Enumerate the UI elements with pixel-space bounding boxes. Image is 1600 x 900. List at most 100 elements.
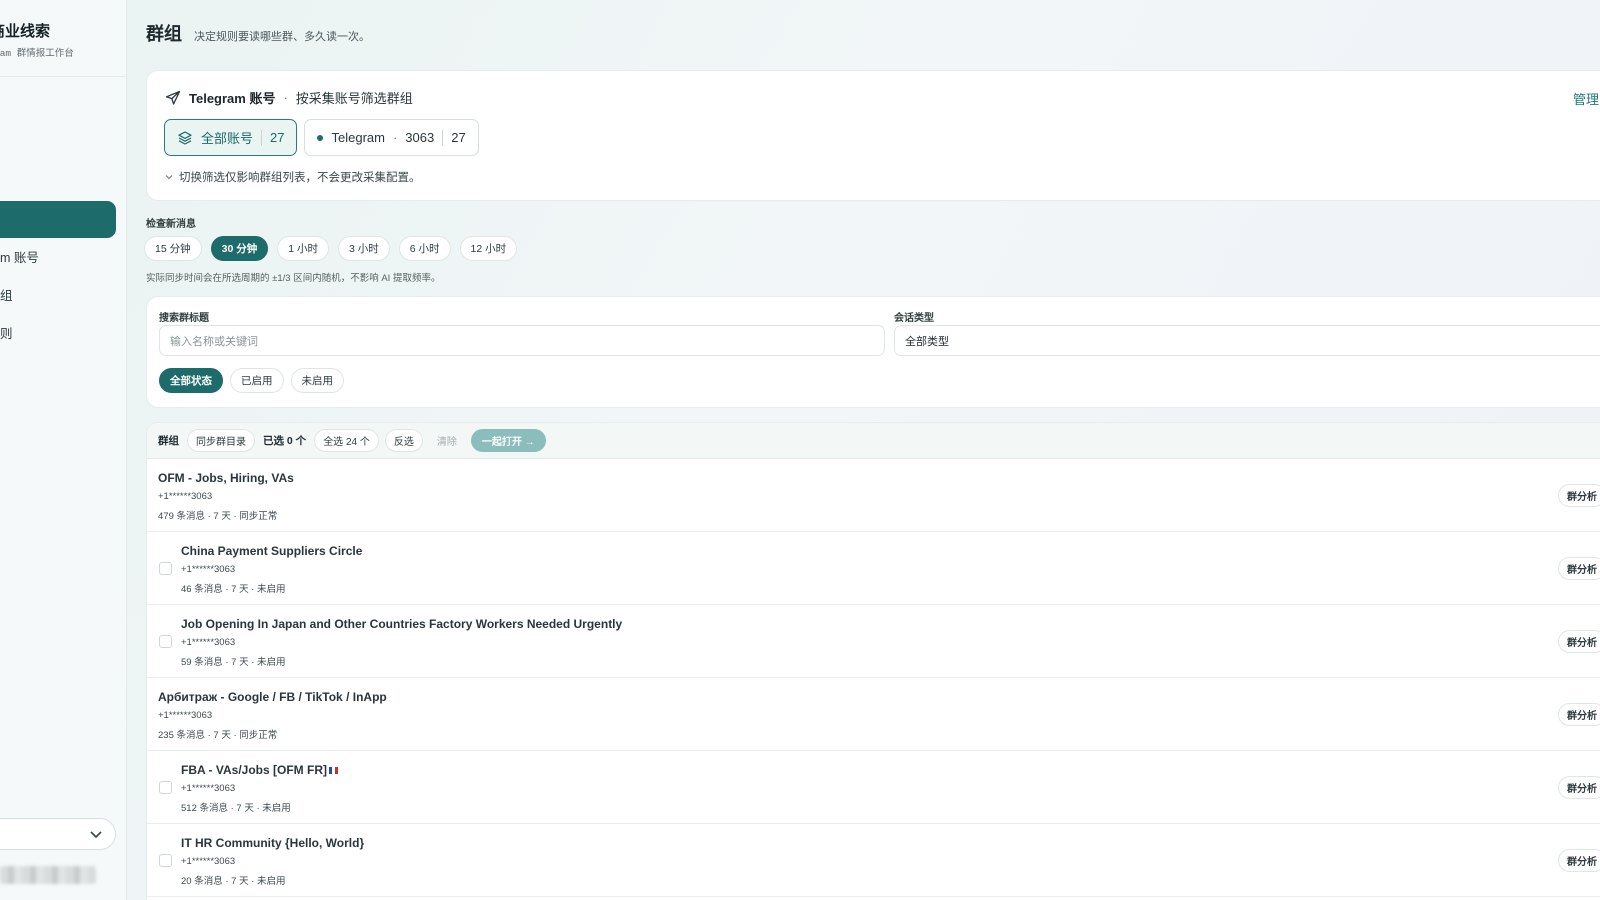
interval-3h[interactable]: 3 小时: [337, 236, 390, 261]
group-meta: 479 条消息 · 7 天 · 同步正常: [158, 511, 278, 522]
type-label: 会话类型: [894, 313, 934, 324]
row-checkbox[interactable]: [159, 854, 172, 867]
row-checkbox[interactable]: [159, 562, 172, 575]
group-meta: 20 条消息 · 7 天 · 未启用: [181, 876, 286, 887]
account-card-header: Telegram 账号 · 按采集账号筛选群组: [165, 88, 413, 107]
account-chip-all-count: 27: [270, 130, 285, 145]
workspace-select[interactable]: [0, 818, 116, 850]
table-row[interactable]: Job Opening In Japan and Other Countries…: [147, 605, 1600, 678]
row-checkbox[interactable]: [159, 635, 172, 648]
separator-dot: ·: [283, 90, 288, 105]
list-toolbar: 群组 同步群目录 已选 0 个 全选 24 个 反选 清除 一起打开 →: [147, 423, 1600, 459]
table-row[interactable]: IT HR Community {Hello, World} +1******3…: [147, 824, 1600, 897]
group-title: FBA - VAs/Jobs [OFM FR]: [181, 763, 327, 777]
select-all-button[interactable]: 全选 24 个: [314, 429, 379, 452]
filter-card: 搜索群标题 输入名称或关键词 会话类型 全部类型 全部状态 已启用 未启用: [146, 296, 1600, 408]
group-phone: +1******3063: [181, 856, 236, 867]
chevron-down-icon: [165, 175, 173, 180]
status-all[interactable]: 全部状态: [159, 368, 223, 393]
account-card-subtitle: 按采集账号筛选群组: [295, 91, 413, 106]
group-analyze-button[interactable]: 群分析: [1558, 849, 1600, 872]
interval-15m[interactable]: 15 分钟: [144, 236, 202, 261]
group-title-wrap: FBA - VAs/Jobs [OFM FR]: [181, 763, 338, 777]
group-analyze-button[interactable]: 群分析: [1558, 703, 1600, 726]
group-meta: 46 条消息 · 7 天 · 未启用: [181, 584, 286, 595]
group-title: China Payment Suppliers Circle: [181, 544, 363, 558]
account-note-text: 切换筛选仅影响群组列表，不会更改采集配置。: [179, 172, 421, 184]
sidebar: 商业线索 ram 群情报工作台 m 账号 组 则: [0, 0, 127, 900]
table-row[interactable]: FBA - VAs/Jobs [OFM FR] +1******3063 512…: [147, 751, 1600, 824]
group-phone: +1******3063: [181, 564, 236, 575]
search-input[interactable]: 输入名称或关键词: [159, 325, 885, 356]
page-header: 群组 决定规则要读哪些群、多久读一次。: [146, 20, 370, 46]
group-analyze-button[interactable]: 群分析: [1558, 557, 1600, 580]
interval-30m[interactable]: 30 分钟: [210, 236, 269, 261]
group-phone: +1******3063: [158, 710, 213, 721]
interval-label: 检查新消息: [146, 219, 196, 230]
brand-subtitle: ram 群情报工作台: [0, 48, 74, 59]
interval-1h[interactable]: 1 小时: [277, 236, 329, 261]
search-label: 搜索群标题: [159, 313, 209, 324]
group-title: Job Opening In Japan and Other Countries…: [181, 617, 623, 631]
row-checkbox[interactable]: [159, 781, 172, 794]
page-description: 决定规则要读哪些群、多久读一次。: [194, 31, 370, 43]
france-flag-icon: [329, 767, 338, 775]
account-chip-all-label: 全部账号: [201, 131, 254, 146]
divider: [0, 76, 127, 77]
account-chips: 全部账号 27 Telegram · 3063 27: [164, 119, 479, 156]
brand: 商业线索 ram 群情报工作台: [0, 20, 127, 59]
group-phone: +1******3063: [181, 637, 236, 648]
type-select[interactable]: 全部类型: [894, 325, 1600, 356]
table-row[interactable]: China Payment Suppliers Circle +1******3…: [147, 532, 1600, 605]
chip-separator: [442, 129, 444, 146]
account-chip-all[interactable]: 全部账号 27: [164, 119, 298, 156]
sidebar-item-active[interactable]: [0, 201, 116, 238]
group-phone: +1******3063: [181, 783, 236, 794]
group-analyze-button[interactable]: 群分析: [1558, 484, 1600, 507]
status-enabled[interactable]: 已启用: [230, 368, 284, 393]
main-content: 群组 决定规则要读哪些群、多久读一次。 Telegram 账号 · 按采集账号筛…: [144, 0, 1600, 900]
interval-note: 实际同步时间会在所选周期的 ±1/3 区间内随机，不影响 AI 提取频率。: [146, 273, 441, 284]
account-chip-sep: ·: [392, 130, 398, 145]
sidebar-item-groups[interactable]: 组: [0, 285, 13, 304]
list-title: 群组: [158, 435, 179, 447]
group-analyze-button[interactable]: 群分析: [1558, 776, 1600, 799]
account-filter-card: Telegram 账号 · 按采集账号筛选群组 管理 全部账号 27 Teleg…: [146, 70, 1600, 201]
status-dot: [317, 134, 324, 141]
group-phone: +1******3063: [158, 491, 213, 502]
account-note: 切换筛选仅影响群组列表，不会更改采集配置。: [165, 169, 421, 185]
sidebar-item-accounts[interactable]: m 账号: [0, 247, 39, 266]
table-row[interactable]: OFM - Jobs, Hiring, VAs +1******3063 479…: [147, 459, 1600, 532]
account-chip-id: 3063: [405, 130, 435, 145]
clear-selection-button[interactable]: 清除: [429, 429, 465, 452]
group-title: IT HR Community {Hello, World}: [181, 836, 365, 850]
invert-selection-button[interactable]: 反选: [384, 429, 423, 452]
layers-icon: [178, 130, 192, 145]
status-options: 全部状态 已启用 未启用: [159, 368, 344, 393]
interval-options: 15 分钟 30 分钟 1 小时 3 小时 6 小时 12 小时: [144, 236, 518, 261]
selected-count: 已选 0 个: [263, 435, 307, 447]
interval-6h[interactable]: 6 小时: [398, 236, 451, 261]
interval-12h[interactable]: 12 小时: [459, 236, 518, 261]
table-row[interactable]: Арбитраж - Google / FB / TikTok / InApp …: [147, 678, 1600, 751]
group-meta: 59 条消息 · 7 天 · 未启用: [181, 657, 286, 668]
sidebar-item-rules[interactable]: 则: [0, 323, 13, 342]
chevron-down-icon: [90, 831, 102, 839]
account-chip-telegram[interactable]: Telegram · 3063 27: [304, 119, 479, 156]
page-title: 群组: [146, 24, 182, 44]
group-meta: 235 条消息 · 7 天 · 同步正常: [158, 730, 278, 741]
open-together-button[interactable]: 一起打开 →: [470, 429, 546, 452]
group-title: Арбитраж - Google / FB / TikTok / InApp: [158, 690, 387, 704]
status-disabled[interactable]: 未启用: [290, 368, 344, 393]
account-chip-name: Telegram: [331, 130, 385, 145]
sync-directory-button[interactable]: 同步群目录: [187, 429, 255, 452]
brand-title: 商业线索: [0, 23, 51, 40]
account-card-title: Telegram 账号: [189, 91, 276, 106]
user-info-redacted: [0, 866, 96, 884]
manage-accounts-link[interactable]: 管理: [1573, 89, 1599, 108]
send-icon: [165, 90, 181, 105]
group-analyze-button[interactable]: 群分析: [1558, 630, 1600, 653]
group-title: OFM - Jobs, Hiring, VAs: [158, 471, 294, 485]
group-list: 群组 同步群目录 已选 0 个 全选 24 个 反选 清除 一起打开 → OFM…: [146, 422, 1600, 900]
account-chip-count: 27: [451, 130, 466, 145]
